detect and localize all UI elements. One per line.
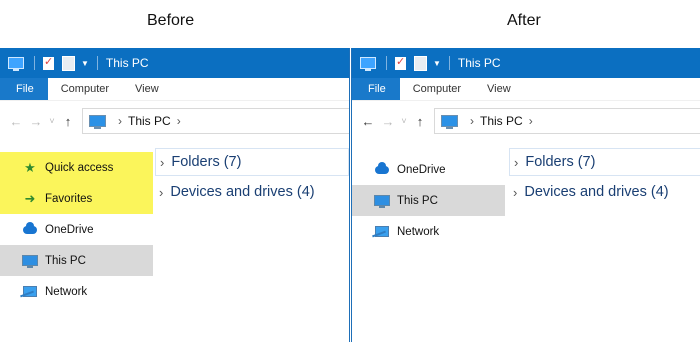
sidebar-item-label: Network [45, 285, 88, 298]
divider [34, 56, 35, 70]
tab-file[interactable]: File [352, 78, 400, 100]
recent-locations-button[interactable]: ˅ [398, 116, 410, 126]
content-area: › Folders (7) › Devices and drives (4) [509, 148, 700, 205]
address-bar-row: ← → ˅ ↑ › This PC › [352, 108, 700, 134]
this-pc-icon [374, 194, 390, 208]
network-icon [22, 285, 38, 299]
caption-after: After [507, 12, 541, 29]
group-header-folders[interactable]: › Folders (7) [509, 148, 700, 176]
back-button[interactable]: ← [6, 114, 26, 129]
sidebar-item-label: OneDrive [45, 223, 94, 236]
forward-button[interactable]: → [378, 114, 398, 129]
ribbon-tabs: File Computer View [352, 78, 700, 101]
tab-file[interactable]: File [0, 78, 48, 100]
group-header-devices[interactable]: › Devices and drives (4) [509, 179, 700, 205]
up-button[interactable]: ↑ [58, 114, 78, 129]
navigation-pane: OneDrive This PC Network [352, 154, 505, 342]
computer-icon [8, 57, 24, 71]
recent-locations-button[interactable]: ˅ [46, 116, 58, 126]
this-pc-icon [22, 254, 38, 268]
tab-computer[interactable]: Computer [48, 78, 122, 100]
sidebar-item-label: OneDrive [397, 163, 446, 176]
navigation-pane: ★ Quick access ➜ Favorites OneDrive This… [0, 152, 153, 342]
group-label: Devices and drives (4) [170, 184, 315, 200]
caption-before: Before [147, 12, 195, 29]
sidebar-item-quick-access[interactable]: ★ Quick access [0, 152, 153, 183]
properties-icon[interactable] [43, 55, 54, 70]
sidebar-item-this-pc[interactable]: This PC [0, 245, 153, 276]
sidebar-item-network[interactable]: Network [0, 276, 153, 307]
sidebar-item-favorites[interactable]: ➜ Favorites [0, 183, 153, 214]
breadcrumb-separator[interactable]: › [529, 114, 533, 128]
forward-button[interactable]: → [26, 114, 46, 129]
computer-icon [360, 57, 376, 71]
group-header-folders[interactable]: › Folders (7) [155, 148, 349, 176]
expand-chevron-icon[interactable]: › [513, 185, 517, 200]
breadcrumb-separator[interactable]: › [177, 114, 181, 128]
group-label: Folders (7) [525, 154, 596, 170]
divider [96, 56, 98, 70]
this-pc-icon [89, 115, 106, 129]
sidebar-item-label: Network [397, 225, 440, 238]
new-folder-icon[interactable] [62, 55, 75, 71]
onedrive-cloud-icon [22, 221, 38, 237]
expand-chevron-icon[interactable]: › [514, 155, 518, 170]
breadcrumb-this-pc[interactable]: This PC [480, 114, 523, 128]
explorer-window-before: ▼ This PC File Computer View ← → ˅ ↑ › T… [0, 48, 350, 342]
sidebar-item-this-pc[interactable]: This PC [352, 185, 505, 216]
back-button[interactable]: ← [358, 114, 378, 129]
up-button[interactable]: ↑ [410, 114, 430, 129]
sidebar-item-label: Quick access [45, 161, 114, 174]
window-title: This PC [105, 56, 149, 70]
this-pc-icon [441, 115, 458, 129]
customize-toolbar-dropdown-icon[interactable]: ▼ [81, 59, 89, 68]
address-input[interactable]: › This PC › [82, 108, 349, 134]
group-header-devices[interactable]: › Devices and drives (4) [155, 179, 349, 205]
breadcrumb-this-pc[interactable]: This PC [128, 114, 171, 128]
title-bar: ▼ This PC [352, 48, 700, 78]
network-icon [374, 225, 390, 239]
customize-toolbar-dropdown-icon[interactable]: ▼ [433, 59, 441, 68]
window-title: This PC [457, 56, 501, 70]
tab-view[interactable]: View [122, 78, 172, 100]
address-input[interactable]: › This PC › [434, 108, 700, 134]
favorites-arrow-icon: ➜ [24, 190, 36, 206]
expand-chevron-icon[interactable]: › [159, 185, 163, 200]
properties-icon[interactable] [395, 55, 406, 70]
onedrive-cloud-icon [374, 161, 390, 177]
sidebar-item-network[interactable]: Network [352, 216, 505, 247]
explorer-window-after: ▼ This PC File Computer View ← → ˅ ↑ › T… [351, 48, 700, 342]
breadcrumb-separator[interactable]: › [118, 114, 122, 128]
expand-chevron-icon[interactable]: › [160, 155, 164, 170]
new-folder-icon[interactable] [414, 55, 427, 71]
divider [448, 56, 450, 70]
address-bar-row: ← → ˅ ↑ › This PC › [0, 108, 349, 134]
sidebar-item-label: This PC [397, 194, 438, 207]
star-icon: ★ [24, 159, 36, 175]
sidebar-item-label: Favorites [45, 192, 93, 205]
sidebar-item-label: This PC [45, 254, 86, 267]
content-area: › Folders (7) › Devices and drives (4) [155, 148, 349, 205]
tab-view[interactable]: View [474, 78, 524, 100]
tab-computer[interactable]: Computer [400, 78, 474, 100]
breadcrumb-separator[interactable]: › [470, 114, 474, 128]
title-bar: ▼ This PC [0, 48, 349, 78]
group-label: Folders (7) [171, 154, 242, 170]
group-label: Devices and drives (4) [524, 184, 669, 200]
ribbon-tabs: File Computer View [0, 78, 349, 101]
sidebar-item-onedrive[interactable]: OneDrive [352, 154, 505, 185]
sidebar-item-onedrive[interactable]: OneDrive [0, 214, 153, 245]
divider [386, 56, 387, 70]
